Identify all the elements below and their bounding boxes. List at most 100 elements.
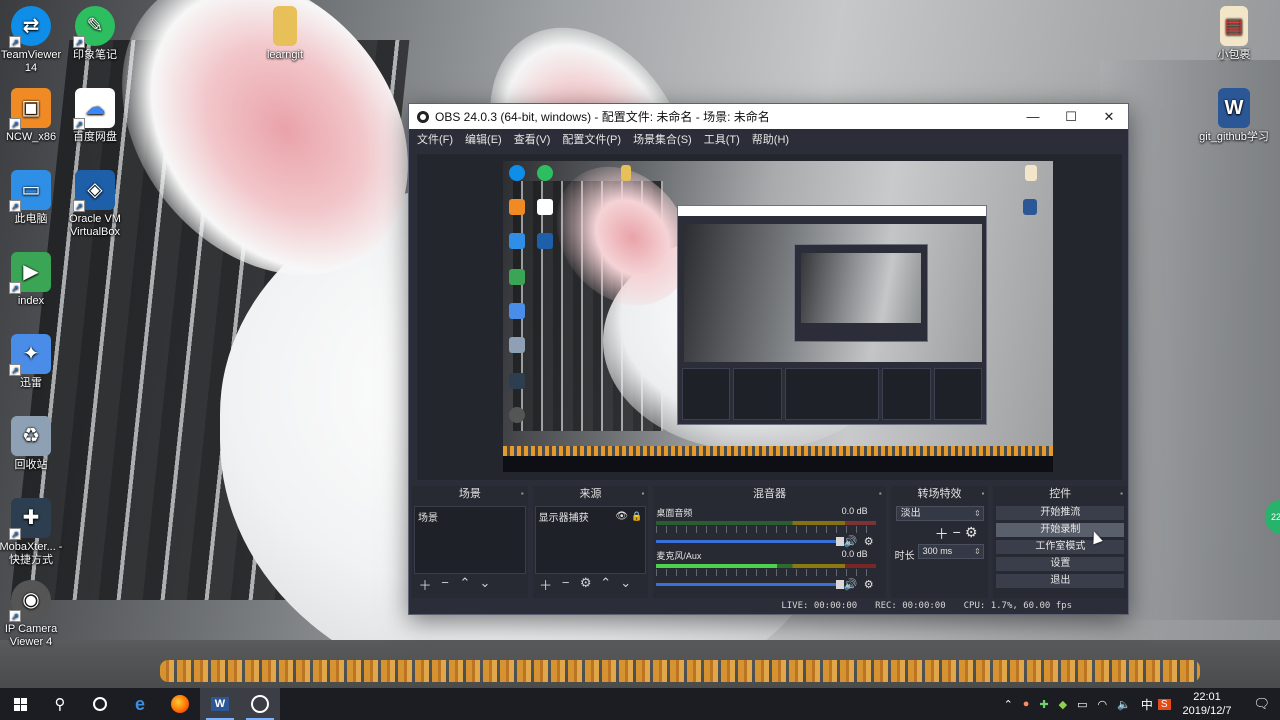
status-bar: LIVE: 00:00:00 REC: 00:00:00 CPU: 1.7%, … [409,598,1128,614]
maximize-button[interactable]: ☐ [1052,104,1090,129]
speaker-icon[interactable]: 🔊 [844,535,858,548]
rec-status: REC: 00:00:00 [875,601,946,611]
preview-canvas[interactable] [503,161,1053,472]
docks-row: 场景 ▪ 场景 ＋ − ⌃ ⌄ 来源 ▪ 显示器捕获 👁 🔒 ＋ − ⚙ ⌃ ⌄… [412,486,1127,598]
menu-edit[interactable]: 编辑(E) [461,131,506,147]
dock-float-icon[interactable]: ▪ [1120,486,1123,502]
obs-icon [251,695,269,713]
move-up-icon[interactable]: ⌃ [599,575,613,594]
add-icon[interactable]: ＋ [418,575,432,594]
menu-scene-collection[interactable]: 场景集合(S) [629,131,696,147]
nested-title-bar [678,206,986,216]
volume-slider[interactable] [656,580,845,589]
desktop-icon-index[interactable]: ▶ ↗ index [0,252,68,308]
add-icon[interactable]: ＋ [935,524,949,544]
speaker-icon[interactable]: 🔊 [844,578,858,591]
desktop-icon-git-github-doc[interactable]: W git_github学习 [1197,88,1271,144]
duration-spinbox[interactable]: 300 ms ⇕ [917,544,984,559]
desktop-icon-xiaobaoguo[interactable]: ▤ 小包裹 [1197,6,1271,62]
desktop-icon-ip-camera[interactable]: ◉ ↗ IP Camera Viewer 4 [0,580,68,649]
desktop-icon-recycle-bin[interactable]: ♻ 回收站 [0,416,68,472]
notification-icon[interactable]: 🗨 [1243,696,1280,712]
clock[interactable]: 22:01 2019/12/7 [1171,690,1244,718]
volume-meter [656,564,876,568]
channel-name: 麦克风/Aux [656,551,702,561]
studio-mode-button[interactable]: 工作室模式 [996,540,1125,554]
sources-list[interactable]: 显示器捕获 👁 🔒 [534,506,647,574]
meter-scale [656,526,876,533]
scenes-dock-title: 场景 [458,488,481,500]
exit-button[interactable]: 退出 [996,574,1125,588]
archive-icon: ▤ [1220,6,1248,46]
menu-tools[interactable]: 工具(T) [700,131,744,147]
start-button[interactable] [0,688,40,720]
scenes-toolbar: ＋ − ⌃ ⌄ [418,575,492,594]
cortana-button[interactable] [80,688,120,720]
transitions-toolbar: ＋ − ⚙ [935,524,978,544]
preview-desktop-icon [1023,199,1037,215]
settings-button[interactable]: 设置 [996,557,1125,571]
source-item[interactable]: 显示器捕获 👁 🔒 [536,507,646,526]
obs-window[interactable]: OBS 24.0.3 (64-bit, windows) - 配置文件: 未命名… [408,103,1129,615]
transition-select[interactable]: 淡出 ⇕ [895,506,984,521]
add-icon[interactable]: ＋ [539,575,553,594]
wallpaper-carrots [160,660,1200,682]
desktop-icon-virtualbox[interactable]: ◈ ↗ Oracle VM VirtualBox [58,170,132,239]
dock-float-icon[interactable]: ▪ [521,486,524,502]
clock-date: 2019/12/7 [1182,705,1232,717]
desktop-icon-evernote[interactable]: ✎ ↗ 印象笔记 [58,6,132,62]
move-down-icon[interactable]: ⌄ [619,575,633,594]
taskbar-word[interactable]: W [200,688,240,720]
close-button[interactable]: ✕ [1090,104,1128,129]
volume-slider[interactable] [656,537,845,546]
tray-app-icon[interactable]: ● [1018,698,1035,710]
tray-expand-icon[interactable]: ⌃ [999,698,1018,711]
menu-view[interactable]: 查看(V) [510,131,555,147]
move-down-icon[interactable]: ⌄ [478,575,492,594]
remove-icon[interactable]: − [438,575,452,594]
menu-profile[interactable]: 配置文件(P) [558,131,625,147]
remove-icon[interactable]: − [953,524,961,544]
taskbar-firefox[interactable] [160,688,200,720]
preview-area[interactable] [417,154,1122,480]
sogou-ime-icon[interactable]: S [1157,698,1171,710]
taskbar-obs[interactable] [240,688,280,720]
menu-help[interactable]: 帮助(H) [748,131,793,147]
ime-icon[interactable]: 中 [1136,696,1158,713]
scene-item[interactable]: 场景 [415,507,525,526]
gear-icon[interactable]: ⚙ [862,578,876,591]
channel-name: 桌面音频 [656,508,693,518]
tray-360-icon[interactable]: ✚ [1034,698,1053,711]
mixer-channel-mic-aux: 麦克风/Aux 0.0 dB 🔊 ⚙ [656,549,876,591]
dock-float-icon[interactable]: ▪ [879,486,882,502]
firefox-icon [171,695,189,713]
desktop-icon-xunlei[interactable]: ✦ ↗ 迅雷 [0,334,68,390]
desktop-icon-baidu-netdisk[interactable]: ☁ ↗ 百度网盘 [58,88,132,144]
battery-icon[interactable]: ▭ [1072,698,1092,711]
minimize-button[interactable]: — [1014,104,1052,129]
dock-float-icon[interactable]: ▪ [642,486,645,502]
lock-icon[interactable]: 🔒 [631,511,642,522]
volume-icon[interactable]: 🔈 [1112,698,1136,711]
gear-icon[interactable]: ⚙ [965,524,978,544]
dock-float-icon[interactable]: ▪ [982,486,985,502]
remove-icon[interactable]: − [559,575,573,594]
nested-docks [682,368,982,420]
menu-file[interactable]: 文件(F) [413,131,457,147]
ncw-icon: ▣ ↗ [9,88,51,130]
move-up-icon[interactable]: ⌃ [458,575,472,594]
visibility-eye-icon[interactable]: 👁 [615,511,628,522]
tray-app-icon[interactable]: ◆ [1054,698,1072,711]
taskbar-edge[interactable]: e [120,688,160,720]
wifi-icon[interactable]: ◠ [1093,698,1113,711]
desktop-icon-learngit[interactable]: learngit [248,6,322,62]
title-bar[interactable]: OBS 24.0.3 (64-bit, windows) - 配置文件: 未命名… [409,104,1128,129]
start-recording-button[interactable]: 开始录制 [996,523,1125,537]
start-streaming-button[interactable]: 开始推流 [996,506,1125,520]
desktop-icon-mobaxterm[interactable]: ✚ ↗ MobaXter... - 快捷方式 [0,498,68,567]
search-button[interactable]: ⚲ [40,688,80,720]
spinner-icon[interactable]: ⇕ [974,545,981,558]
gear-icon[interactable]: ⚙ [579,575,593,594]
gear-icon[interactable]: ⚙ [862,535,876,548]
scenes-list[interactable]: 场景 [414,506,526,574]
